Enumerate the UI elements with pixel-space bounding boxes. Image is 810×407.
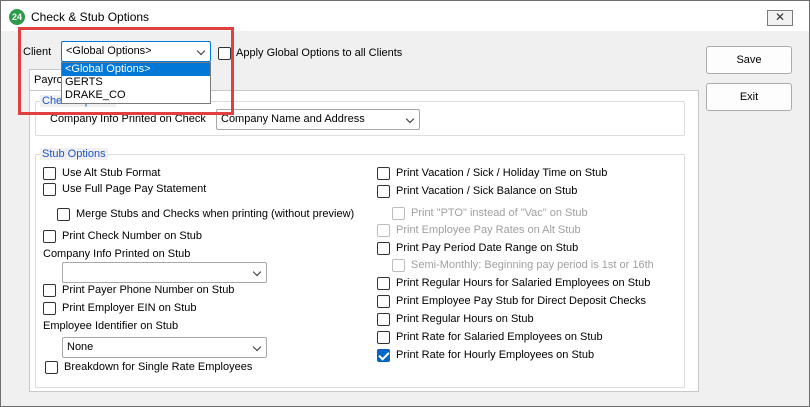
print-regular-hours-checkbox[interactable]: [377, 313, 390, 326]
print-pto-label: Print "PTO" instead of "Vac" on Stub: [411, 207, 588, 219]
print-rate-hourly-checkbox[interactable]: [377, 349, 390, 362]
print-check-number-label: Print Check Number on Stub: [62, 230, 203, 242]
breakdown-single-rate-checkbox[interactable]: [45, 361, 58, 374]
print-rate-hourly-label: Print Rate for Hourly Employees on Stub: [396, 349, 595, 361]
employee-identifier-label: Employee Identifier on Stub: [43, 320, 179, 332]
company-info-stub-label: Company Info Printed on Stub: [43, 248, 191, 260]
print-direct-deposit-label: Print Employee Pay Stub for Direct Depos…: [396, 295, 647, 307]
print-check-number-checkbox[interactable]: [43, 230, 56, 243]
employee-identifier-select[interactable]: None: [62, 337, 267, 358]
print-pay-period-label: Print Pay Period Date Range on Stub: [396, 242, 579, 254]
app-icon: 24: [9, 9, 25, 25]
close-button[interactable]: ✕: [767, 10, 793, 26]
save-button[interactable]: Save: [706, 46, 792, 74]
exit-button[interactable]: Exit: [706, 83, 792, 111]
use-alt-stub-checkbox[interactable]: [43, 167, 56, 180]
print-regular-salaried-label: Print Regular Hours for Salaried Employe…: [396, 277, 651, 289]
print-pay-rates-alt-label: Print Employee Pay Rates on Alt Stub: [396, 224, 581, 236]
print-direct-deposit-checkbox[interactable]: [377, 295, 390, 308]
merge-stubs-label: Merge Stubs and Checks when printing (wi…: [76, 208, 355, 220]
use-full-page-label: Use Full Page Pay Statement: [62, 183, 207, 195]
check-stub-options-window: 24 Check & Stub Options ✕ Client <Global…: [0, 0, 810, 407]
chevron-down-icon: [405, 114, 415, 124]
print-pto-checkbox[interactable]: [392, 207, 405, 220]
print-regular-hours-label: Print Regular Hours on Stub: [396, 313, 534, 325]
company-info-stub-select[interactable]: [62, 262, 267, 283]
chevron-down-icon: [252, 342, 262, 352]
print-employer-ein-checkbox[interactable]: [43, 302, 56, 315]
window-title: Check & Stub Options: [31, 10, 150, 24]
print-pay-rates-alt-checkbox[interactable]: [377, 224, 390, 237]
print-employer-ein-label: Print Employer EIN on Stub: [62, 302, 197, 314]
company-info-check-select[interactable]: Company Name and Address: [216, 109, 420, 130]
use-full-page-checkbox[interactable]: [43, 183, 56, 196]
print-rate-salaried-checkbox[interactable]: [377, 331, 390, 344]
print-rate-salaried-label: Print Rate for Salaried Employees on Stu…: [396, 331, 603, 343]
print-regular-salaried-checkbox[interactable]: [377, 277, 390, 290]
apply-global-label: Apply Global Options to all Clients: [236, 47, 403, 59]
semi-monthly-label: Semi-Monthly: Beginning pay period is 1s…: [411, 259, 654, 271]
print-payer-phone-label: Print Payer Phone Number on Stub: [62, 284, 235, 296]
print-vacation-balance-checkbox[interactable]: [377, 185, 390, 198]
print-vacation-balance-label: Print Vacation / Sick Balance on Stub: [396, 185, 578, 197]
stub-options-title: Stub Options: [40, 148, 108, 160]
print-vacation-time-label: Print Vacation / Sick / Holiday Time on …: [396, 167, 608, 179]
print-vacation-time-checkbox[interactable]: [377, 167, 390, 180]
merge-stubs-checkbox[interactable]: [57, 208, 70, 221]
use-alt-stub-label: Use Alt Stub Format: [62, 167, 161, 179]
chevron-down-icon: [252, 267, 262, 277]
semi-monthly-checkbox[interactable]: [392, 259, 405, 272]
breakdown-single-rate-label: Breakdown for Single Rate Employees: [64, 361, 253, 373]
print-pay-period-checkbox[interactable]: [377, 242, 390, 255]
annotation-highlight: [18, 27, 234, 115]
print-payer-phone-checkbox[interactable]: [43, 284, 56, 297]
company-info-check-value: Company Name and Address: [221, 113, 365, 125]
employee-identifier-value: None: [67, 341, 94, 353]
